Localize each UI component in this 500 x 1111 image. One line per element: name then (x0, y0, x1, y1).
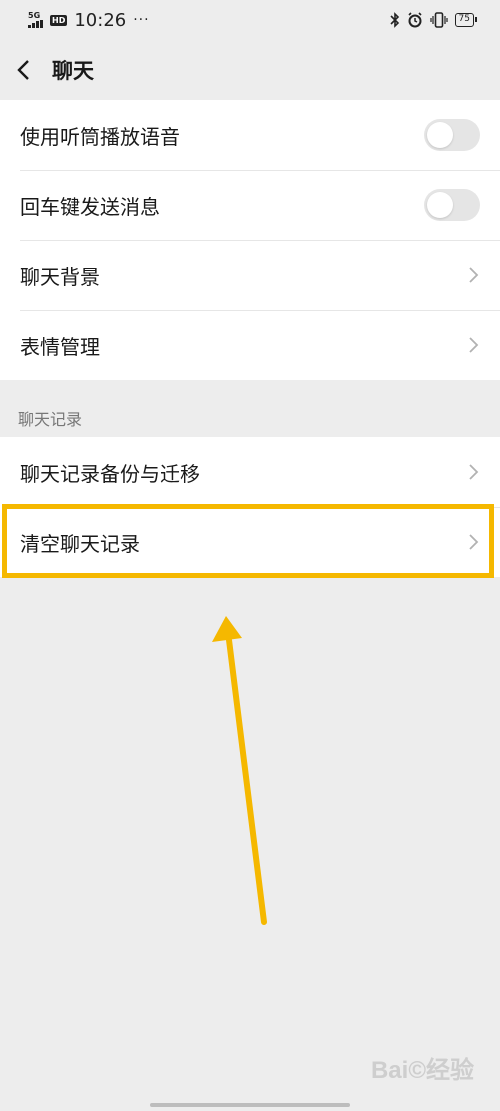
watermark-logo: Bai©经验 (370, 1057, 474, 1084)
arrow-up-icon (212, 616, 267, 925)
home-indicator[interactable] (150, 1103, 350, 1107)
